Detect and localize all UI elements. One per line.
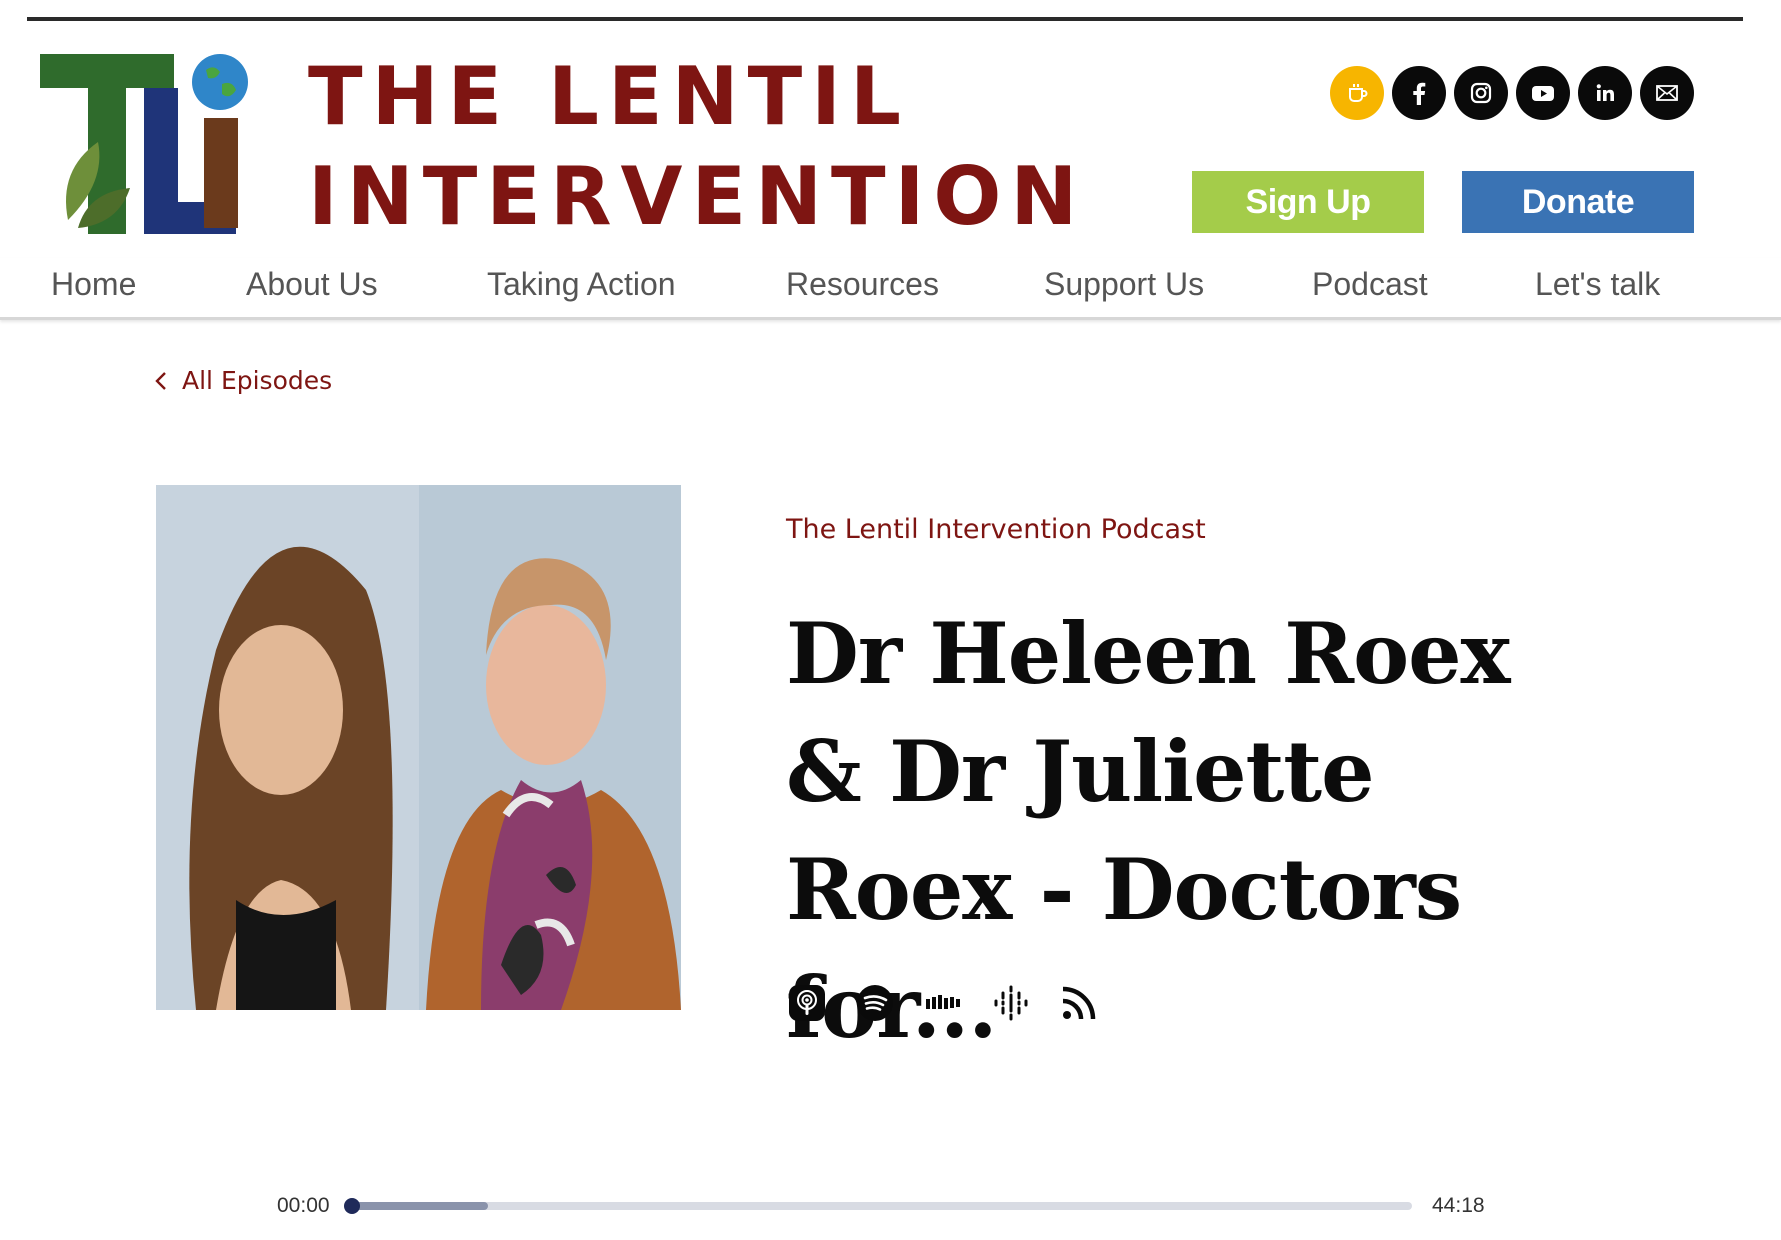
coffee-icon[interactable] bbox=[1330, 66, 1384, 120]
nav-about-us[interactable]: About Us bbox=[246, 266, 378, 303]
youtube-icon[interactable] bbox=[1516, 66, 1570, 120]
site-logo[interactable] bbox=[38, 48, 278, 238]
google-podcasts-icon[interactable] bbox=[992, 984, 1030, 1022]
podcast-show-name[interactable]: The Lentil Intervention Podcast bbox=[786, 514, 1206, 545]
castbox-icon[interactable] bbox=[924, 984, 962, 1022]
episode-cover-image bbox=[156, 485, 681, 1010]
donate-button[interactable]: Donate bbox=[1462, 171, 1694, 233]
main-nav: Home About Us Taking Action Resources Su… bbox=[0, 258, 1781, 320]
nav-lets-talk[interactable]: Let's talk bbox=[1535, 266, 1660, 303]
current-time: 00:00 bbox=[277, 1194, 330, 1217]
logo-graphic bbox=[40, 54, 248, 234]
chevron-left-icon bbox=[155, 371, 166, 390]
top-divider bbox=[27, 17, 1743, 21]
progress-thumb[interactable] bbox=[344, 1198, 360, 1214]
sign-up-button[interactable]: Sign Up bbox=[1192, 171, 1424, 233]
nav-resources[interactable]: Resources bbox=[786, 266, 939, 303]
instagram-icon[interactable] bbox=[1454, 66, 1508, 120]
facebook-icon[interactable] bbox=[1392, 66, 1446, 120]
total-duration: 44:18 bbox=[1432, 1194, 1485, 1217]
social-bar bbox=[1330, 66, 1694, 120]
all-episodes-link[interactable]: All Episodes bbox=[154, 366, 332, 395]
rss-icon[interactable] bbox=[1060, 984, 1098, 1022]
nav-taking-action[interactable]: Taking Action bbox=[487, 266, 676, 303]
brand-name-line-1[interactable]: THE LENTIL bbox=[308, 52, 910, 142]
brand-name-line-2[interactable]: INTERVENTION bbox=[308, 152, 1086, 242]
progress-bar[interactable] bbox=[344, 1198, 1412, 1214]
spotify-icon[interactable] bbox=[856, 984, 894, 1022]
email-icon[interactable] bbox=[1640, 66, 1694, 120]
all-episodes-label: All Episodes bbox=[182, 366, 333, 395]
nav-support-us[interactable]: Support Us bbox=[1044, 266, 1204, 303]
nav-podcast[interactable]: Podcast bbox=[1312, 266, 1428, 303]
linkedin-icon[interactable] bbox=[1578, 66, 1632, 120]
buffered-bar bbox=[350, 1202, 489, 1210]
apple-podcasts-icon[interactable] bbox=[788, 984, 826, 1022]
nav-home[interactable]: Home bbox=[51, 266, 136, 303]
platform-links bbox=[788, 984, 1098, 1022]
